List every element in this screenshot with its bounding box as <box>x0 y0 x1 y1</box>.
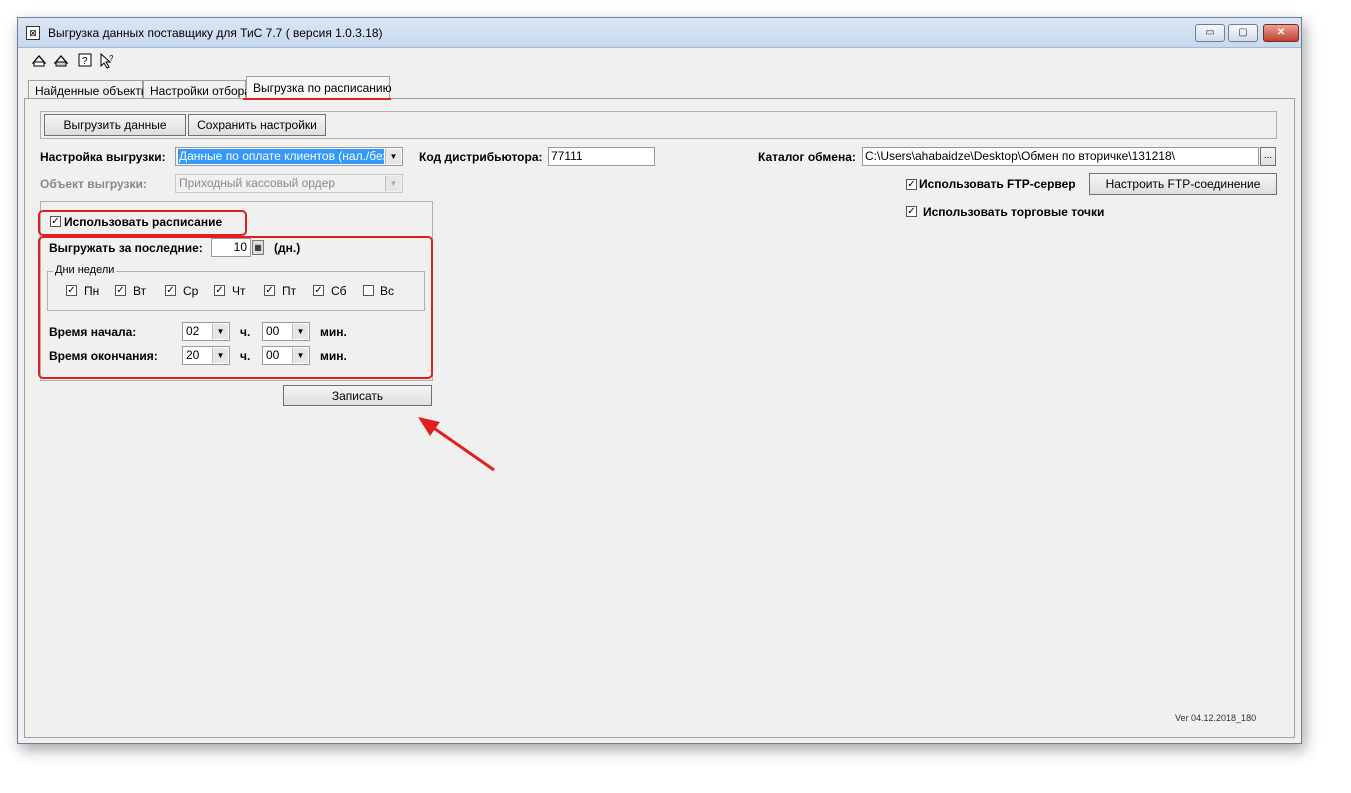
export-object-label: Объект выгрузки: <box>40 177 147 191</box>
help-icon[interactable]: ? <box>76 53 94 69</box>
export-button[interactable]: Выгрузить данные <box>44 114 186 136</box>
pointer-help-icon[interactable]: ? <box>98 52 116 69</box>
toolbar: ? ? <box>18 48 1301 72</box>
use-ftp-label: Использовать FTP-сервер <box>919 177 1076 191</box>
save-schedule-button[interactable]: Записать <box>283 385 432 406</box>
exchange-dir-label: Каталог обмена: <box>758 150 856 164</box>
use-points-checkbox[interactable]: ✓ <box>906 206 917 217</box>
svg-text:?: ? <box>109 54 114 63</box>
tab-found-objects[interactable]: Найденные объекты <box>28 80 149 100</box>
exchange-dir-input[interactable]: C:\Users\ahabaidze\Desktop\Обмен по втор… <box>862 147 1259 166</box>
use-ftp-checkbox[interactable]: ✓ <box>906 179 917 190</box>
use-points-label: Использовать торговые точки <box>923 205 1105 219</box>
ftp-settings-button[interactable]: Настроить FTP-соединение <box>1089 173 1277 195</box>
minimize-button[interactable]: ▭ <box>1195 24 1225 42</box>
app-window: ⊠ Выгрузка данных поставщику для ТиС 7.7… <box>17 17 1302 744</box>
version-label: Ver 04.12.2018_180 <box>1175 713 1257 723</box>
export-setting-label: Настройка выгрузки: <box>40 150 166 164</box>
export-object-select: Приходный кассовый ордер ▼ <box>175 174 403 193</box>
schedule-settings-highlight <box>38 236 433 379</box>
export-setting-select[interactable]: Данные по оплате клиентов (нал./безнал) … <box>175 147 403 166</box>
action-bar: Выгрузить данные Сохранить настройки <box>40 111 1277 139</box>
svg-text:?: ? <box>82 56 88 67</box>
save-settings-button[interactable]: Сохранить настройки <box>188 114 326 136</box>
annotation-arrow-icon <box>418 417 495 472</box>
distributor-code-input[interactable]: 77111 <box>548 147 655 166</box>
chevron-down-icon: ▼ <box>385 176 401 191</box>
close-button[interactable]: ✕ <box>1263 24 1299 42</box>
maximize-button[interactable]: ▢ <box>1228 24 1258 42</box>
export-object-value: Приходный кассовый ордер <box>179 176 336 190</box>
export-setting-value: Данные по оплате клиентов (нал./безнал) <box>178 149 384 164</box>
tab-panel: Выгрузить данные Сохранить настройки Нас… <box>24 98 1295 738</box>
chevron-down-icon[interactable]: ▼ <box>385 149 401 164</box>
tab-highlight-underline <box>243 98 391 100</box>
schedule-checkbox-highlight <box>38 210 247 236</box>
browse-button[interactable]: ... <box>1260 147 1276 166</box>
tab-filter-settings[interactable]: Настройки отбора <box>143 80 251 100</box>
tool-2-icon[interactable] <box>52 53 70 69</box>
window-title: Выгрузка данных поставщику для ТиС 7.7 (… <box>48 26 383 40</box>
title-bar: ⊠ Выгрузка данных поставщику для ТиС 7.7… <box>18 18 1301 48</box>
tool-1-icon[interactable] <box>30 53 48 69</box>
distributor-code-label: Код дистрибьютора: <box>419 150 543 164</box>
tab-scheduled-export[interactable]: Выгрузка по расписанию <box>246 76 392 100</box>
app-icon: ⊠ <box>26 26 40 40</box>
